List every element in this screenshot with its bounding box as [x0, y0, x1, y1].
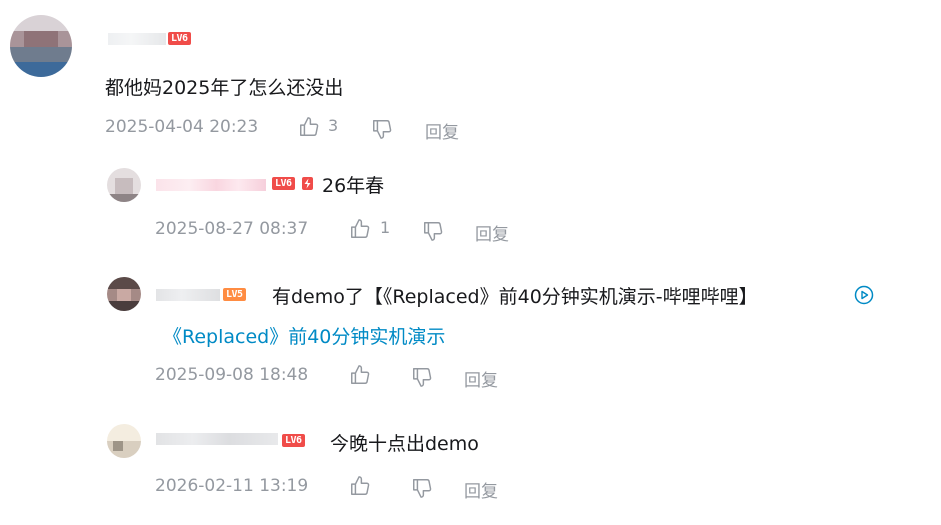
reply-text: 26年春: [322, 175, 385, 197]
reply-text: 有demo了【《Replaced》前40分钟实机演示-哔哩哔哩】: [272, 286, 758, 308]
level-badge: LV5: [223, 288, 246, 301]
thumbs-down-icon[interactable]: [411, 366, 433, 388]
avatar[interactable]: [107, 277, 141, 311]
avatar[interactable]: [107, 424, 141, 458]
reply-button[interactable]: 回复: [425, 118, 459, 143]
lightning-icon: [302, 177, 313, 190]
level-badge: LV6: [282, 434, 305, 447]
thumbs-up-icon[interactable]: [349, 218, 371, 240]
avatar[interactable]: [107, 168, 141, 202]
reply-time: 2025-08-27 08:37: [155, 219, 309, 239]
thumbs-down-icon[interactable]: [422, 220, 444, 242]
avatar[interactable]: [10, 15, 72, 77]
comment-time: 2025-04-04 20:23: [105, 117, 259, 137]
comment-text: 都他妈2025年了怎么还没出: [105, 77, 344, 99]
thumbs-up-icon[interactable]: [349, 475, 371, 497]
username[interactable]: [156, 289, 220, 301]
like-count: 1: [380, 218, 391, 237]
thumbs-down-icon[interactable]: [411, 477, 433, 499]
level-badge: LV6: [168, 32, 191, 45]
reply-button[interactable]: 回复: [464, 477, 498, 502]
username[interactable]: [156, 433, 278, 445]
reply-time: 2026-02-11 13:19: [155, 476, 309, 496]
reply-text: 今晚十点出demo: [330, 433, 479, 455]
thumbs-down-icon[interactable]: [371, 118, 393, 140]
reply-button[interactable]: 回复: [475, 220, 509, 245]
play-circle-icon[interactable]: [854, 285, 874, 305]
reply-button[interactable]: 回复: [464, 366, 498, 391]
video-link[interactable]: 《Replaced》前40分钟实机演示: [163, 322, 445, 349]
username[interactable]: [108, 33, 166, 45]
reply-time: 2025-09-08 18:48: [155, 365, 309, 385]
thumbs-up-icon[interactable]: [349, 364, 371, 386]
like-count: 3: [328, 116, 339, 135]
thumbs-up-icon[interactable]: [298, 116, 320, 138]
level-badge: LV6: [272, 177, 295, 190]
username[interactable]: [156, 179, 266, 191]
